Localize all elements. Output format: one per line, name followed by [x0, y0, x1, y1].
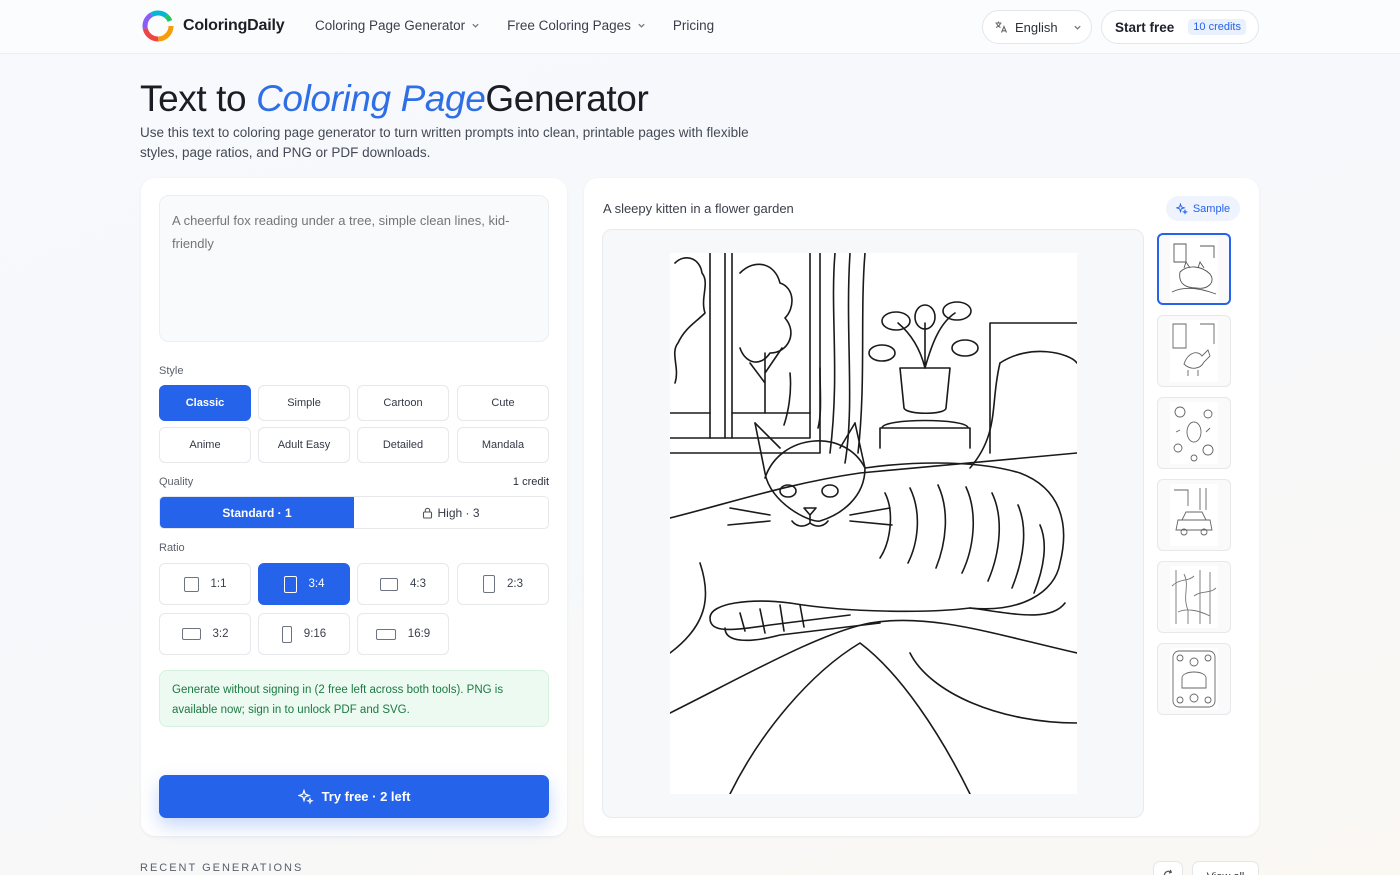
quality-high[interactable]: High · 3	[354, 497, 548, 528]
quality-cost: 1 credit	[512, 476, 549, 488]
landscape-ratio-icon	[380, 577, 398, 591]
language-label: English	[1015, 19, 1058, 35]
ratio-text: 9:16	[303, 628, 327, 640]
style-label: Style	[159, 365, 184, 377]
ratio-text: 1:1	[210, 578, 227, 590]
nav-pricing[interactable]: Pricing	[673, 18, 714, 33]
style-cute[interactable]: Cute	[457, 385, 549, 421]
recent-generations-heading: RECENT GENERATIONS	[140, 862, 304, 874]
portrait-ratio-icon	[283, 575, 297, 593]
title-part-1: Text to	[140, 78, 247, 119]
credits-badge: 10 credits	[1188, 19, 1246, 35]
quality-standard-label: Standard · 1	[222, 505, 292, 520]
thumbnail-cat-on-bed[interactable]	[1157, 233, 1231, 305]
style-mandala[interactable]: Mandala	[457, 427, 549, 463]
quality-toggle: Standard · 1 High · 3	[159, 496, 549, 529]
chevron-down-icon	[638, 23, 645, 28]
start-free-button[interactable]: Start free 10 credits	[1101, 10, 1259, 44]
sparkle-icon	[1175, 202, 1188, 215]
thumbnail-space-doodles[interactable]	[1157, 397, 1231, 469]
page-title: Text to Coloring PageGenerator	[140, 78, 649, 120]
ratio-2-3[interactable]: 2:3	[457, 563, 549, 605]
nav-coloring-page-generator[interactable]: Coloring Page Generator	[315, 18, 480, 33]
refresh-button[interactable]	[1153, 861, 1183, 875]
main-nav: Coloring Page Generator Free Coloring Pa…	[315, 18, 741, 33]
landscape-ratio-icon	[375, 628, 396, 640]
anonymous-usage-notice: Generate without signing in (2 free left…	[159, 670, 549, 727]
nav-label: Pricing	[672, 18, 715, 33]
style-classic[interactable]: Classic	[159, 385, 251, 421]
thumbnail-mandala-cake[interactable]	[1157, 643, 1231, 715]
brand-logo[interactable]: ColoringDaily	[141, 9, 285, 43]
thumbnail-image	[1170, 648, 1218, 710]
cat-coloring-illustration	[669, 252, 1078, 795]
logo-mark-icon	[142, 10, 174, 42]
title-part-3: Generator	[485, 78, 649, 119]
start-free-label: Start free	[1115, 19, 1175, 35]
landscape-ratio-icon	[181, 628, 201, 640]
coloring-page-preview	[669, 252, 1078, 795]
top-header: ColoringDaily Coloring Page Generator Fr…	[0, 0, 1400, 54]
thumbnail-image	[1170, 238, 1218, 300]
prompt-input[interactable]	[159, 195, 549, 342]
sparkle-icon	[297, 788, 314, 805]
ratio-4-3[interactable]: 4:3	[357, 563, 449, 605]
thumbnail-forest-scene[interactable]	[1157, 561, 1231, 633]
style-simple[interactable]: Simple	[258, 385, 350, 421]
ratio-1-1[interactable]: 1:1	[159, 563, 251, 605]
preview-caption: A sleepy kitten in a flower garden	[603, 201, 794, 216]
ratio-text: 16:9	[407, 628, 431, 640]
view-all-button[interactable]: View all	[1192, 861, 1259, 875]
nav-label: Free Coloring Pages	[507, 18, 631, 33]
page-subtitle: Use this text to coloring page generator…	[140, 125, 749, 160]
title-accent: Coloring Page	[256, 78, 486, 119]
preview-panel: A sleepy kitten in a flower garden Sampl…	[584, 178, 1259, 836]
thumbnail-dinosaur-scene[interactable]	[1157, 315, 1231, 387]
try-free-button[interactable]: Try free · 2 left	[159, 775, 549, 818]
square-ratio-icon	[183, 576, 199, 592]
nav-free-coloring-pages[interactable]: Free Coloring Pages	[507, 18, 646, 33]
nav-label: Coloring Page Generator	[315, 18, 466, 33]
ratio-text: 2:3	[507, 578, 523, 590]
style-detailed[interactable]: Detailed	[357, 427, 449, 463]
thumbnail-image	[1170, 566, 1218, 628]
quality-high-label: High · 3	[437, 505, 480, 520]
refresh-icon	[1163, 869, 1172, 875]
ratio-label: Ratio	[159, 542, 185, 554]
ratio-9-16[interactable]: 9:16	[258, 613, 350, 655]
chevron-down-icon	[1073, 25, 1081, 30]
portrait-ratio-icon	[281, 625, 292, 643]
generator-form-panel: Style Classic Simple Cartoon Cute Anime …	[141, 178, 567, 836]
preview-frame	[602, 229, 1144, 818]
style-adult-easy[interactable]: Adult Easy	[258, 427, 350, 463]
quality-standard[interactable]: Standard · 1	[160, 497, 354, 528]
quality-label: Quality	[159, 476, 194, 488]
style-anime[interactable]: Anime	[159, 427, 251, 463]
thumbnail-image	[1170, 484, 1218, 546]
thumbnail-image	[1170, 320, 1218, 382]
language-selector[interactable]: English	[982, 10, 1092, 44]
lock-icon	[423, 507, 433, 519]
thumbnail-vehicle-scene[interactable]	[1157, 479, 1231, 551]
try-free-label: Try free · 2 left	[321, 789, 411, 804]
ratio-3-4[interactable]: 3:4	[258, 563, 350, 605]
brand-name: ColoringDaily	[183, 17, 285, 34]
sample-label: Sample	[1192, 202, 1231, 215]
translate-icon	[995, 21, 1008, 33]
ratio-3-2[interactable]: 3:2	[159, 613, 251, 655]
chevron-down-icon	[472, 23, 479, 28]
ratio-16-9[interactable]: 16:9	[357, 613, 449, 655]
thumbnail-image	[1170, 402, 1218, 464]
style-cartoon[interactable]: Cartoon	[357, 385, 449, 421]
portrait-ratio-icon	[483, 575, 495, 593]
ratio-text: 4:3	[410, 578, 426, 590]
ratio-text: 3:2	[212, 628, 229, 640]
ratio-text: 3:4	[308, 578, 325, 590]
sample-badge[interactable]: Sample	[1166, 196, 1240, 221]
